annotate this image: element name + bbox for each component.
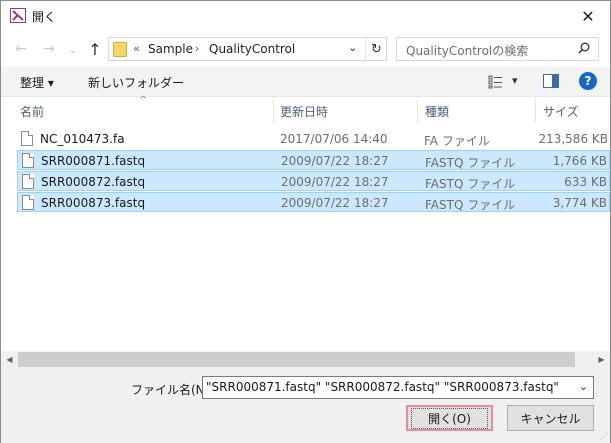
breadcrumb-sample[interactable]: Sample (148, 42, 193, 56)
organize-button[interactable]: 整理 ▾ (20, 74, 54, 91)
file-type: FA ファイル (424, 134, 490, 148)
file-size: 213,586 KB (538, 132, 608, 146)
file-name: SRR000871.fastq (41, 154, 146, 168)
change-view-button[interactable]: ▾ (488, 74, 518, 90)
scroll-left-icon[interactable]: ◀ (1, 351, 18, 368)
breadcrumb-separator-icon[interactable]: › (195, 42, 199, 55)
new-folder-button[interactable]: 新しいフォルダー (88, 74, 184, 91)
refresh-icon[interactable]: ↻ (365, 38, 387, 60)
column-divider[interactable] (273, 98, 274, 123)
file-size: 3,774 KB (552, 196, 607, 210)
title-bar: 開く ✕ (1, 1, 610, 31)
dialog-title: 開く (32, 10, 57, 24)
file-size: 1,766 KB (552, 154, 607, 168)
scrollbar-thumb[interactable] (18, 352, 575, 367)
forward-arrow-icon[interactable]: → (39, 39, 59, 59)
file-row[interactable]: SRR000871.fastq 2009/07/22 18:27 FASTQ ファイ… (17, 150, 610, 170)
file-row[interactable]: SRR000872.fastq 2009/07/22 18:27 FASTQ ファイ… (17, 171, 610, 191)
scroll-right-icon[interactable]: ▶ (593, 351, 610, 368)
file-modified: 2009/07/22 18:27 (281, 196, 389, 210)
file-type: FASTQ ファイル (425, 177, 516, 191)
file-name: SRR000872.fastq (41, 175, 146, 189)
search-icon[interactable] (578, 42, 590, 54)
folder-icon (113, 42, 127, 57)
file-type: FASTQ ファイル (425, 156, 516, 170)
column-header-name[interactable]: 名前 (20, 98, 44, 123)
cancel-button[interactable]: キャンセル (507, 405, 594, 431)
resize-grip-icon[interactable]: ⋰ (600, 432, 608, 441)
address-dropdown-chevron-icon[interactable]: ⌄ (348, 41, 357, 54)
file-modified: 2009/07/22 18:27 (281, 154, 389, 168)
view-dropdown-icon[interactable]: ▾ (512, 74, 518, 87)
filename-value[interactable]: "SRR000871.fastq" "SRR000872.fastq" "SRR… (206, 380, 559, 394)
column-header-modified[interactable]: 更新日時 (280, 98, 328, 123)
open-button[interactable]: 開く(O) (406, 405, 493, 431)
file-type: FASTQ ファイル (425, 198, 516, 212)
file-icon (21, 131, 33, 146)
back-arrow-icon[interactable]: ← (11, 39, 31, 59)
breadcrumb-qualitycontrol[interactable]: QualityControl (209, 42, 295, 56)
search-box[interactable]: QualityControlの検索 (396, 37, 599, 61)
file-icon (22, 174, 34, 189)
file-size: 633 KB (564, 175, 607, 189)
file-row[interactable]: SRR000873.fastq 2009/07/22 18:27 FASTQ ファイ… (17, 192, 610, 212)
dialog-footer: ファイル名(N): "SRR000871.fastq" "SRR000872.f… (1, 368, 610, 443)
address-bar[interactable]: « Sample › QualityControl ⌄ ↻ (108, 37, 387, 61)
file-icon (22, 153, 34, 168)
file-icon (22, 195, 34, 210)
preview-pane-icon[interactable] (543, 74, 559, 88)
horizontal-scrollbar[interactable]: ◀ ▶ (1, 351, 610, 368)
sort-ascending-icon: ^ (139, 95, 148, 106)
breadcrumb-overflow-icon[interactable]: « (133, 42, 140, 55)
app-icon (10, 8, 26, 23)
filename-dropdown-chevron-icon[interactable]: ⌄ (579, 380, 588, 393)
column-divider[interactable] (417, 98, 418, 123)
column-header-size[interactable]: サイズ (543, 98, 579, 123)
recent-locations-chevron-icon[interactable]: ⌄ (63, 39, 83, 59)
up-arrow-icon[interactable]: ↑ (85, 39, 105, 59)
column-divider[interactable] (535, 98, 536, 123)
file-row[interactable]: NC_010473.fa 2017/07/06 14:40 FA ファイル 213,5… (17, 129, 610, 149)
file-name: SRR000873.fastq (41, 196, 146, 210)
file-modified: 2017/07/06 14:40 (280, 132, 388, 146)
help-icon[interactable]: ? (579, 72, 597, 90)
file-name: NC_010473.fa (40, 132, 125, 146)
file-modified: 2009/07/22 18:27 (281, 175, 389, 189)
open-button-label: 開く(O) (411, 407, 488, 429)
search-placeholder[interactable]: QualityControlの検索 (406, 42, 528, 59)
column-header-type[interactable]: 種類 (425, 98, 449, 123)
view-list-icon (488, 75, 502, 89)
open-file-dialog: 開く ✕ ← → ⌄ ↑ « Sample › QualityControl ⌄… (0, 0, 611, 443)
command-toolbar: 整理 ▾ 新しいフォルダー ▾ ? (1, 67, 610, 97)
close-button[interactable]: ✕ (566, 1, 610, 31)
filename-input[interactable]: "SRR000871.fastq" "SRR000872.fastq" "SRR… (202, 376, 594, 399)
